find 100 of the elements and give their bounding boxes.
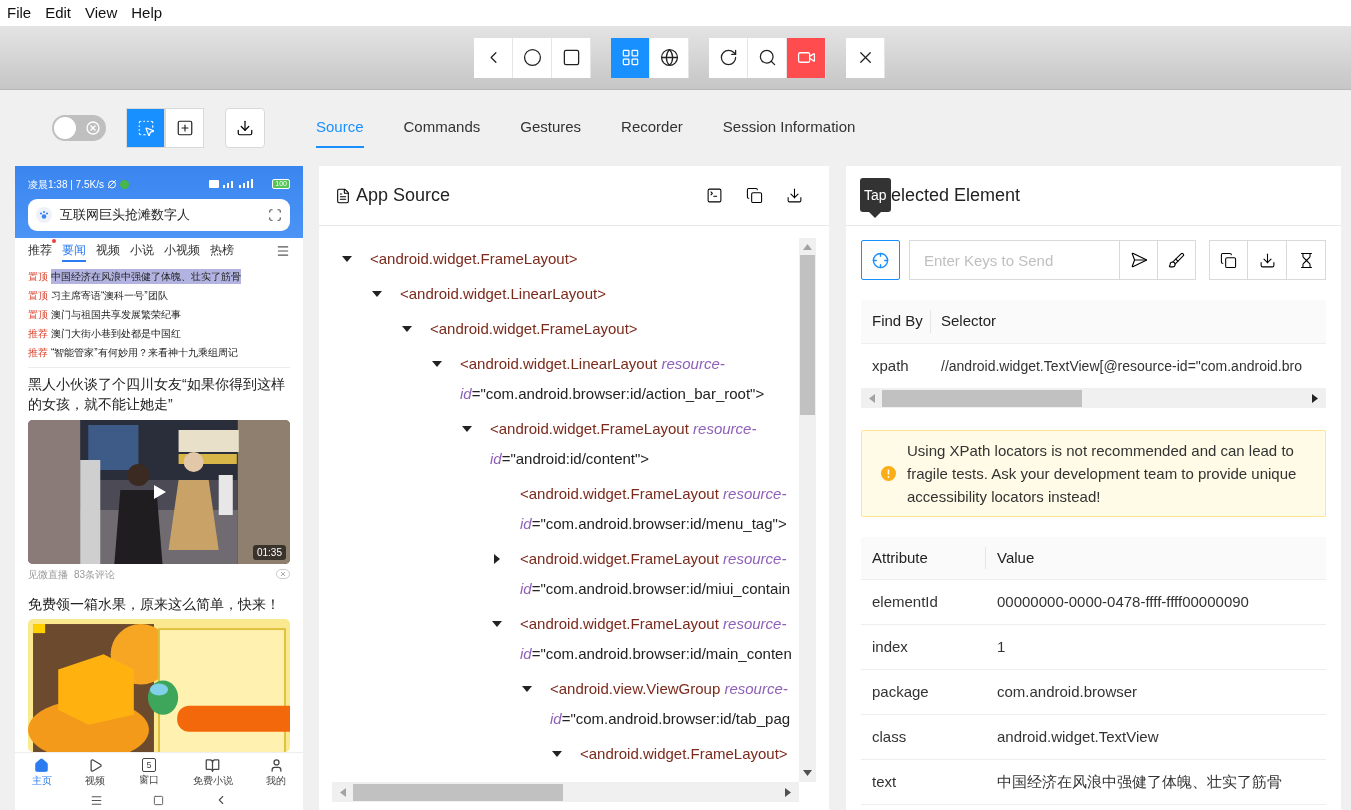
horizontal-scrollbar[interactable] — [332, 782, 799, 802]
tab[interactable]: Session Information — [722, 108, 856, 148]
column-header: Value — [996, 547, 1035, 568]
send-keys-button[interactable] — [1120, 240, 1158, 280]
expand-toggle-icon[interactable] — [522, 683, 532, 694]
keys-input[interactable]: Enter Keys to Send — [909, 240, 1120, 280]
wait-button[interactable] — [1287, 240, 1326, 280]
comment-count: 83条评论 — [74, 567, 116, 582]
headline-link[interactable]: 中国经济在风浪中强健了体魄、壮实了筋骨 — [51, 269, 241, 284]
expand-toggle-icon[interactable] — [372, 288, 382, 299]
bottom-nav-item[interactable]: 5 窗口 — [139, 758, 159, 785]
channel-tab[interactable]: 推荐 — [28, 240, 52, 262]
xml-node-text[interactable]: <android.widget.FrameLayout resource- id="com.android.browser:id/main_conten — [520, 608, 792, 669]
download-button[interactable] — [1248, 240, 1287, 280]
xml-node-text[interactable]: <android.widget.FrameLayout> — [430, 313, 638, 344]
home-icon — [522, 48, 542, 67]
globe-icon — [659, 48, 679, 67]
headline-tag: 置顶 — [28, 288, 48, 303]
tab[interactable]: Commands — [403, 108, 481, 148]
tab[interactable]: Recorder — [621, 108, 683, 148]
channel-tab[interactable]: 小说 — [130, 240, 154, 262]
home-icon[interactable] — [153, 794, 164, 806]
copy-button[interactable] — [1209, 240, 1248, 280]
table-cell-text: android.widget.TextView — [996, 726, 1159, 747]
web-mode-button[interactable] — [650, 37, 689, 78]
menu-item[interactable]: View — [85, 1, 118, 25]
headline-link[interactable]: 澳门大街小巷到处都是中国红 — [51, 326, 181, 341]
channel-tab[interactable]: 热榜 — [210, 240, 234, 262]
close-circle-icon — [86, 121, 100, 135]
expand-toggle-icon[interactable] — [402, 323, 412, 334]
toggle-switch[interactable] — [52, 115, 106, 141]
menu-item[interactable]: Edit — [45, 1, 72, 25]
tab[interactable]: Gestures — [520, 108, 582, 148]
ad-title[interactable]: 免费领一箱水果，原来这么简单，快来！ — [28, 594, 290, 614]
scroll-down-icon[interactable] — [803, 770, 812, 776]
channel-tab[interactable]: 视频 — [96, 240, 120, 262]
xml-node-text[interactable]: <android.widget.FrameLayout resource- id="com.android.browser:id/menu_tag"> — [520, 478, 787, 539]
status-bar-text: 凌晨1:38 | 7.5K/s — [28, 177, 104, 192]
table-cell-text: elementId — [871, 591, 939, 612]
locate-button[interactable] — [861, 240, 900, 280]
xml-node-text[interactable]: <android.view.ViewGroup resource- id="com.android.browser:id/tab_pag — [550, 673, 791, 734]
app-notification-icon — [119, 179, 129, 189]
panel-title: elected Element — [891, 184, 1021, 207]
expand-toggle-icon[interactable] — [552, 748, 562, 759]
xml-node-text[interactable]: <android.widget.FrameLayout> — [580, 738, 788, 769]
download-button[interactable] — [225, 108, 265, 148]
record-button[interactable] — [787, 37, 826, 78]
xml-node-text[interactable]: <android.widget.LinearLayout> — [400, 278, 606, 309]
channel-tab[interactable]: 小视频 — [164, 240, 200, 262]
home-icon — [34, 757, 50, 773]
scan-icon[interactable] — [268, 208, 282, 222]
overview-button[interactable] — [552, 37, 591, 78]
xml-node-text[interactable]: <android.widget.FrameLayout resource- id="com.android.browser:id/miui_contain — [520, 543, 791, 604]
bottom-nav-item[interactable]: 视频 — [85, 757, 106, 786]
send-icon — [1129, 251, 1148, 269]
vertical-scrollbar[interactable] — [799, 238, 816, 782]
scroll-right-icon[interactable] — [1312, 393, 1318, 403]
download-icon[interactable] — [786, 187, 803, 204]
table-cell-text: index — [871, 636, 909, 657]
add-mode-button[interactable] — [165, 108, 204, 148]
search-button[interactable] — [748, 37, 787, 78]
headline-link[interactable]: 澳门与祖国共享发展繁荣纪事 — [51, 307, 181, 322]
scroll-right-icon[interactable] — [785, 787, 791, 797]
menu-icon[interactable] — [90, 793, 103, 807]
crosshair-icon — [872, 251, 889, 269]
menu-icon[interactable] — [276, 244, 290, 258]
expand-toggle-icon[interactable] — [492, 553, 502, 564]
expand-toggle-icon[interactable] — [462, 423, 472, 434]
horizontal-scrollbar[interactable] — [861, 388, 1326, 408]
clear-button[interactable] — [1158, 240, 1196, 280]
xml-node-text[interactable]: <android.widget.FrameLayout> — [370, 243, 578, 274]
xml-node-text[interactable]: <android.widget.FrameLayout resource- id="android:id/content"> — [490, 413, 757, 474]
headline-link[interactable]: 习主席寄语“澳科一号”团队 — [51, 288, 168, 303]
refresh-button[interactable] — [709, 37, 748, 78]
table-cell-text: text — [871, 771, 898, 792]
quit-button[interactable] — [846, 37, 885, 78]
menu-item[interactable]: Help — [131, 1, 163, 25]
menu-item[interactable]: File — [7, 1, 32, 25]
expand-toggle-icon[interactable] — [342, 253, 352, 264]
copy-icon[interactable] — [746, 187, 763, 204]
column-header: Find By — [861, 310, 931, 333]
plus-square-icon — [175, 119, 194, 137]
tooltip: Tap — [860, 178, 891, 212]
headline-link[interactable]: “智能管家”有何妙用？来看神十九乘组周记 — [51, 345, 238, 360]
article-title[interactable]: 黑人小伙谈了个四川女友“如果你得到这样的女孩，就不能让她走” — [28, 374, 290, 414]
bottom-nav-item[interactable]: 免费小说 — [192, 757, 233, 786]
headline-tag: 推荐 — [28, 326, 48, 341]
expand-toggle-icon[interactable] — [432, 358, 442, 369]
table-cell-text: 中国经济在风浪中强健了体魄、壮实了筋骨 — [996, 771, 1282, 792]
channel-tab[interactable]: 要闻 — [62, 240, 86, 262]
search-field[interactable]: 互联网巨头抢滩数字人 — [28, 199, 290, 231]
terminal-icon[interactable] — [706, 187, 723, 204]
column-header: Selector — [940, 311, 997, 332]
xml-node-text[interactable]: <android.widget.LinearLayout resource- id="com.android.browser:id/action_bar_root"> — [460, 348, 765, 409]
home-button[interactable] — [513, 37, 552, 78]
bottom-nav-item[interactable]: 主页 — [31, 757, 52, 786]
bottom-nav-item[interactable]: 我的 — [266, 757, 287, 786]
expand-toggle-icon[interactable] — [492, 618, 502, 629]
table-cell-text: //android.widget.TextView[@resource-id="com.android.bro — [940, 356, 1302, 376]
play-icon[interactable] — [154, 485, 166, 499]
